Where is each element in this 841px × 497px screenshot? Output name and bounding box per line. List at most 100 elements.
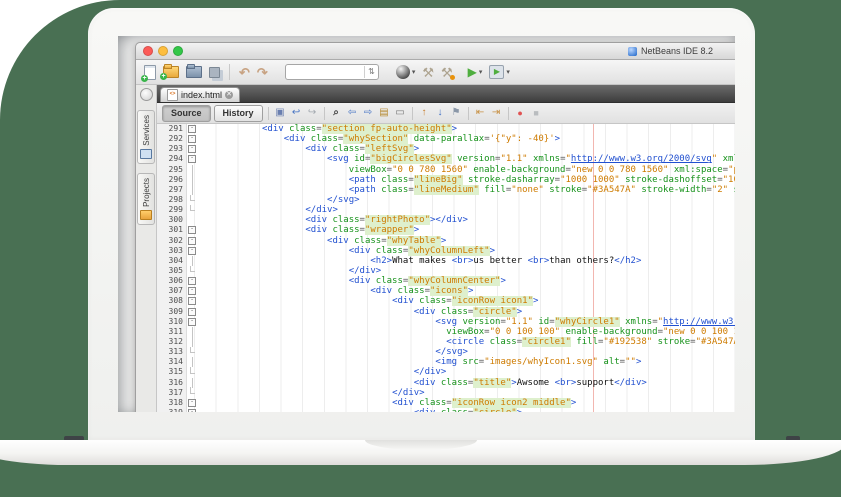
- run-project-button[interactable]: ▶ ▾: [467, 64, 483, 79]
- left-tab-strip: Services Projects: [136, 85, 157, 412]
- fold-marker[interactable]: -: [187, 225, 197, 235]
- line-number: 299: [157, 205, 187, 216]
- code-line: 291- <div class="section fp-auto-height">: [157, 124, 735, 135]
- fold-marker: [187, 184, 197, 195]
- line-number: 292: [157, 134, 187, 145]
- code-text: <div class="icons">: [370, 286, 474, 297]
- find-previous-button[interactable]: ⇦: [346, 106, 359, 120]
- fold-marker[interactable]: -: [187, 276, 197, 286]
- close-tab-icon[interactable]: ✕: [225, 91, 234, 99]
- history-view-button[interactable]: History: [213, 104, 263, 122]
- code-line: 296 <path class="lineBig" stroke-dasharra…: [157, 174, 735, 185]
- code-line: 319-<div class="circle">: [157, 407, 735, 412]
- shift-left-button[interactable]: ⇤: [474, 106, 487, 120]
- fold-marker[interactable]: -: [187, 286, 197, 296]
- fold-marker[interactable]: -: [187, 134, 197, 144]
- fold-marker: [187, 164, 197, 175]
- close-window-button[interactable]: [143, 46, 153, 56]
- code-line: 310- <svg version="1.1" id="whyCircle1" x…: [157, 316, 735, 327]
- configuration-combobox[interactable]: ⇅: [284, 64, 379, 80]
- line-number: 319: [157, 407, 187, 412]
- line-number: 302: [157, 235, 187, 246]
- new-file-button[interactable]: +: [141, 64, 156, 82]
- code-text: <path class="lineMedium" fill="none" str…: [348, 184, 735, 195]
- find-next-button[interactable]: ⇨: [362, 106, 375, 120]
- fold-marker[interactable]: -: [187, 398, 197, 408]
- find-button[interactable]: ⌕: [330, 106, 343, 120]
- line-number: 309: [157, 306, 187, 317]
- source-view-button[interactable]: Source: [162, 104, 211, 122]
- zoom-window-button[interactable]: [173, 46, 183, 56]
- back-button[interactable]: ↩: [290, 106, 303, 120]
- fold-marker: [187, 215, 197, 225]
- code-line: 318- <div class="iconRow icon2 middle">: [157, 397, 735, 408]
- fold-marker: [187, 265, 197, 276]
- start-macro-recording-button[interactable]: ●: [514, 106, 527, 120]
- code-line: 293- <div class="leftSvg">: [157, 144, 735, 155]
- fold-marker[interactable]: -: [187, 317, 197, 327]
- code-text: <div class="wrapper">: [305, 225, 420, 236]
- next-bookmark-button[interactable]: ↓: [434, 106, 447, 120]
- shift-right-button[interactable]: ⇥: [490, 106, 503, 120]
- toggle-bookmark-button[interactable]: ⚑: [450, 106, 463, 120]
- laptop-base: [0, 440, 841, 465]
- code-editor[interactable]: 291- <div class="section fp-auto-height">…: [157, 124, 735, 412]
- build-project-button[interactable]: ⚒: [422, 66, 434, 79]
- code-text: <div class="leftSvg">: [305, 144, 420, 155]
- previous-bookmark-button[interactable]: ↑: [418, 106, 431, 120]
- last-edited-button[interactable]: ▣: [274, 106, 287, 120]
- fold-marker[interactable]: -: [187, 236, 197, 246]
- fold-marker[interactable]: -: [187, 296, 197, 306]
- netbeans-logo-icon: [628, 46, 637, 56]
- minimize-window-button[interactable]: [158, 46, 168, 56]
- code-text: viewBox="0 0 780 1560" enable-background…: [348, 164, 735, 175]
- plus-badge-icon: +: [160, 73, 167, 80]
- code-line: 294- <svg id="bigCirclesSvg" version="1.1…: [157, 154, 735, 165]
- fold-marker[interactable]: -: [187, 124, 197, 134]
- fold-marker[interactable]: -: [187, 154, 197, 164]
- sidebar-tab-services[interactable]: Services: [137, 110, 155, 164]
- line-number: 307: [157, 286, 187, 297]
- window-titlebar[interactable]: NetBeans IDE 8.2: [136, 43, 735, 60]
- fold-marker: [187, 255, 197, 266]
- fold-marker: [187, 326, 197, 337]
- window-title-text: NetBeans IDE 8.2: [641, 46, 714, 56]
- code-line: 309- <div class="circle">: [157, 306, 735, 317]
- line-number: 314: [157, 357, 187, 368]
- sidebar-tab-projects[interactable]: Projects: [137, 172, 155, 225]
- browser-selector-button[interactable]: ▾: [395, 65, 415, 79]
- fold-marker[interactable]: -: [187, 246, 197, 256]
- window-title: NetBeans IDE 8.2: [628, 43, 713, 59]
- tab-index-html[interactable]: <> index.html ✕: [160, 87, 241, 102]
- redo-button[interactable]: ↷: [257, 66, 268, 79]
- code-text: <svg id="bigCirclesSvg" version="1.1" xm…: [327, 154, 735, 165]
- toolbar-separator: [323, 106, 325, 120]
- collapse-group-button[interactable]: [139, 88, 153, 101]
- code-text: </svg>: [435, 347, 468, 358]
- code-line: 317 </div>: [157, 387, 735, 398]
- rectangular-selection-button[interactable]: ▭: [394, 106, 407, 120]
- fold-marker[interactable]: -: [187, 307, 197, 317]
- laptop-lid-notch: [365, 440, 477, 450]
- code-text: <div class="whyColumnLeft">: [348, 245, 496, 256]
- plus-badge-icon: +: [141, 74, 148, 82]
- fold-marker[interactable]: -: [187, 408, 197, 412]
- open-project-button[interactable]: [186, 64, 202, 78]
- forward-button[interactable]: ↪: [306, 106, 319, 120]
- dropdown-caret-icon: ▾: [506, 69, 510, 76]
- clean-badge-icon: [449, 74, 455, 80]
- code-line: 311 viewBox="0 0 100 100" enable-backgrou…: [157, 326, 735, 337]
- save-all-button[interactable]: [209, 66, 220, 78]
- line-number: 311: [157, 326, 187, 337]
- undo-button[interactable]: ↶: [239, 66, 250, 79]
- html-file-icon: <>: [167, 89, 178, 101]
- clean-build-project-button[interactable]: ⚒: [441, 66, 455, 80]
- toggle-highlight-button[interactable]: ▤: [378, 106, 391, 120]
- line-number: 313: [157, 347, 187, 358]
- fold-marker[interactable]: -: [187, 144, 197, 154]
- stop-macro-recording-button[interactable]: ■: [530, 106, 543, 120]
- run-icon: ▶: [467, 64, 477, 79]
- code-line: 308- <div class="iconRow icon1">: [157, 296, 735, 307]
- debug-project-button[interactable]: ▶ ▾: [489, 65, 510, 79]
- new-project-button[interactable]: +: [160, 64, 179, 80]
